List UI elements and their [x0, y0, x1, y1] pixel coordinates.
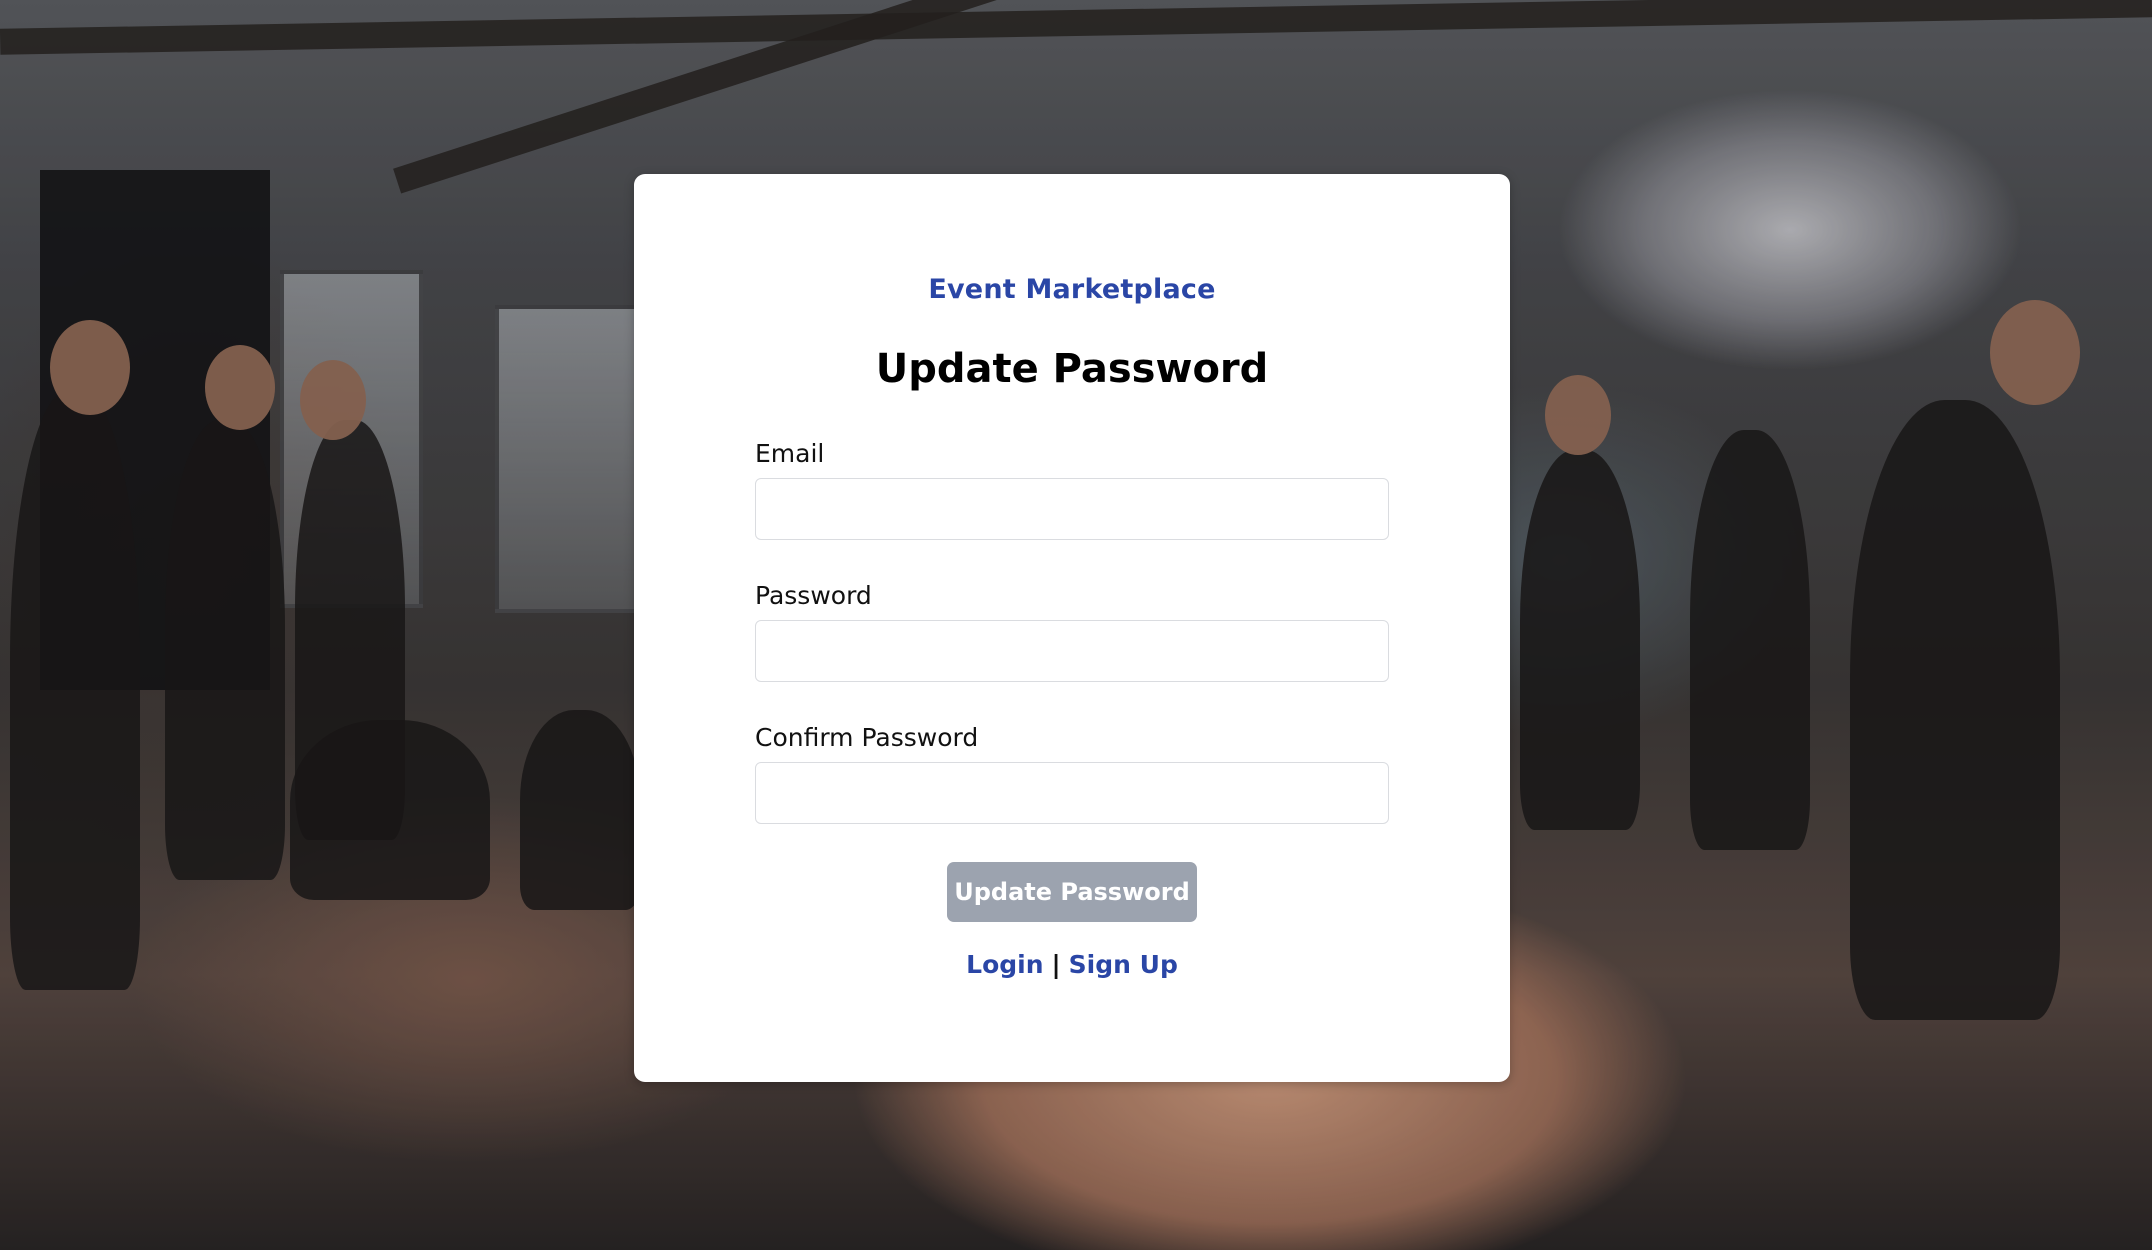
signup-link[interactable]: Sign Up: [1069, 950, 1178, 979]
brand-logo[interactable]: Event Marketplace: [634, 274, 1510, 305]
page: Event Marketplace Update Password Email …: [0, 0, 2152, 1250]
link-separator: |: [1051, 950, 1061, 979]
confirm-password-field[interactable]: [755, 762, 1389, 824]
email-field[interactable]: [755, 478, 1389, 540]
page-title: Update Password: [875, 346, 1269, 392]
update-password-button[interactable]: Update Password: [947, 862, 1197, 922]
password-field[interactable]: [755, 620, 1389, 682]
confirm-password-label: Confirm Password: [755, 723, 979, 752]
login-link[interactable]: Login: [966, 950, 1043, 979]
email-label: Email: [755, 439, 825, 468]
update-password-card: Event Marketplace Update Password Email …: [634, 174, 1510, 1082]
password-label: Password: [755, 581, 872, 610]
auth-links: Login | Sign Up: [634, 950, 1510, 979]
